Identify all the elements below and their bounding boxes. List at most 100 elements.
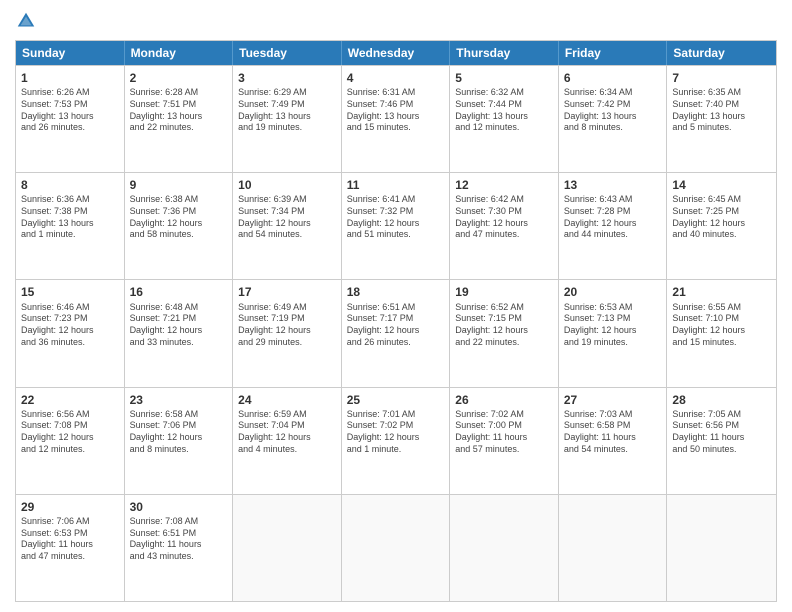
day-number: 1 — [21, 70, 119, 86]
day-cell-30: 30Sunrise: 7:08 AM Sunset: 6:51 PM Dayli… — [125, 495, 234, 601]
day-cell-18: 18Sunrise: 6:51 AM Sunset: 7:17 PM Dayli… — [342, 280, 451, 386]
day-info: Sunrise: 6:42 AM Sunset: 7:30 PM Dayligh… — [455, 194, 553, 241]
day-number: 6 — [564, 70, 662, 86]
day-info: Sunrise: 6:41 AM Sunset: 7:32 PM Dayligh… — [347, 194, 445, 241]
day-info: Sunrise: 6:55 AM Sunset: 7:10 PM Dayligh… — [672, 302, 771, 349]
day-cell-4: 4Sunrise: 6:31 AM Sunset: 7:46 PM Daylig… — [342, 66, 451, 172]
day-cell-13: 13Sunrise: 6:43 AM Sunset: 7:28 PM Dayli… — [559, 173, 668, 279]
day-number: 5 — [455, 70, 553, 86]
empty-cell-r4c2 — [233, 495, 342, 601]
day-info: Sunrise: 6:46 AM Sunset: 7:23 PM Dayligh… — [21, 302, 119, 349]
day-number: 25 — [347, 392, 445, 408]
day-info: Sunrise: 7:02 AM Sunset: 7:00 PM Dayligh… — [455, 409, 553, 456]
day-number: 29 — [21, 499, 119, 515]
day-info: Sunrise: 6:43 AM Sunset: 7:28 PM Dayligh… — [564, 194, 662, 241]
day-info: Sunrise: 6:53 AM Sunset: 7:13 PM Dayligh… — [564, 302, 662, 349]
logo-icon — [15, 10, 37, 32]
day-cell-8: 8Sunrise: 6:36 AM Sunset: 7:38 PM Daylig… — [16, 173, 125, 279]
day-info: Sunrise: 7:05 AM Sunset: 6:56 PM Dayligh… — [672, 409, 771, 456]
empty-cell-r4c5 — [559, 495, 668, 601]
day-cell-29: 29Sunrise: 7:06 AM Sunset: 6:53 PM Dayli… — [16, 495, 125, 601]
day-info: Sunrise: 6:56 AM Sunset: 7:08 PM Dayligh… — [21, 409, 119, 456]
day-info: Sunrise: 7:03 AM Sunset: 6:58 PM Dayligh… — [564, 409, 662, 456]
day-cell-27: 27Sunrise: 7:03 AM Sunset: 6:58 PM Dayli… — [559, 388, 668, 494]
day-number: 2 — [130, 70, 228, 86]
day-number: 26 — [455, 392, 553, 408]
header — [15, 10, 777, 32]
day-cell-10: 10Sunrise: 6:39 AM Sunset: 7:34 PM Dayli… — [233, 173, 342, 279]
day-number: 17 — [238, 284, 336, 300]
day-number: 14 — [672, 177, 771, 193]
weekday-header-wednesday: Wednesday — [342, 41, 451, 65]
weekday-header-monday: Monday — [125, 41, 234, 65]
calendar-header: SundayMondayTuesdayWednesdayThursdayFrid… — [16, 41, 776, 65]
day-cell-14: 14Sunrise: 6:45 AM Sunset: 7:25 PM Dayli… — [667, 173, 776, 279]
day-info: Sunrise: 6:35 AM Sunset: 7:40 PM Dayligh… — [672, 87, 771, 134]
day-number: 4 — [347, 70, 445, 86]
day-info: Sunrise: 6:52 AM Sunset: 7:15 PM Dayligh… — [455, 302, 553, 349]
weekday-header-saturday: Saturday — [667, 41, 776, 65]
weekday-header-tuesday: Tuesday — [233, 41, 342, 65]
day-number: 28 — [672, 392, 771, 408]
weekday-header-friday: Friday — [559, 41, 668, 65]
main-container: SundayMondayTuesdayWednesdayThursdayFrid… — [0, 0, 792, 612]
day-cell-9: 9Sunrise: 6:38 AM Sunset: 7:36 PM Daylig… — [125, 173, 234, 279]
calendar-row-3: 15 Sunrise: 6:46 AM Sunset: 7:23 PM Dayli… — [16, 279, 776, 386]
day-number: 7 — [672, 70, 771, 86]
day-cell-20: 20 Sunrise: 6:53 AM Sunset: 7:13 PM Dayli… — [559, 280, 668, 386]
day-info: Sunrise: 6:49 AM Sunset: 7:19 PM Dayligh… — [238, 302, 336, 349]
day-info: Sunrise: 6:32 AM Sunset: 7:44 PM Dayligh… — [455, 87, 553, 134]
day-cell-28: 28Sunrise: 7:05 AM Sunset: 6:56 PM Dayli… — [667, 388, 776, 494]
day-cell-22: 22Sunrise: 6:56 AM Sunset: 7:08 PM Dayli… — [16, 388, 125, 494]
day-cell-23: 23Sunrise: 6:58 AM Sunset: 7:06 PM Dayli… — [125, 388, 234, 494]
day-number: 27 — [564, 392, 662, 408]
day-info: Sunrise: 6:34 AM Sunset: 7:42 PM Dayligh… — [564, 87, 662, 134]
calendar-row-5: 29Sunrise: 7:06 AM Sunset: 6:53 PM Dayli… — [16, 494, 776, 601]
day-cell-11: 11Sunrise: 6:41 AM Sunset: 7:32 PM Dayli… — [342, 173, 451, 279]
day-number: 30 — [130, 499, 228, 515]
day-info: Sunrise: 6:29 AM Sunset: 7:49 PM Dayligh… — [238, 87, 336, 134]
day-number: 12 — [455, 177, 553, 193]
day-number: 16 — [130, 284, 228, 300]
day-cell-3: 3Sunrise: 6:29 AM Sunset: 7:49 PM Daylig… — [233, 66, 342, 172]
calendar: SundayMondayTuesdayWednesdayThursdayFrid… — [15, 40, 777, 602]
calendar-row-1: 1Sunrise: 6:26 AM Sunset: 7:53 PM Daylig… — [16, 65, 776, 172]
day-cell-25: 25Sunrise: 7:01 AM Sunset: 7:02 PM Dayli… — [342, 388, 451, 494]
day-cell-1: 1Sunrise: 6:26 AM Sunset: 7:53 PM Daylig… — [16, 66, 125, 172]
day-number: 8 — [21, 177, 119, 193]
weekday-header-sunday: Sunday — [16, 41, 125, 65]
day-cell-12: 12Sunrise: 6:42 AM Sunset: 7:30 PM Dayli… — [450, 173, 559, 279]
day-number: 19 — [455, 284, 553, 300]
calendar-body: 1Sunrise: 6:26 AM Sunset: 7:53 PM Daylig… — [16, 65, 776, 601]
day-number: 13 — [564, 177, 662, 193]
day-cell-17: 17 Sunrise: 6:49 AM Sunset: 7:19 PM Dayli… — [233, 280, 342, 386]
day-cell-16: 16 Sunrise: 6:48 AM Sunset: 7:21 PM Dayli… — [125, 280, 234, 386]
day-info: Sunrise: 6:31 AM Sunset: 7:46 PM Dayligh… — [347, 87, 445, 134]
day-info: Sunrise: 6:26 AM Sunset: 7:53 PM Dayligh… — [21, 87, 119, 134]
day-number: 20 — [564, 284, 662, 300]
day-info: Sunrise: 7:06 AM Sunset: 6:53 PM Dayligh… — [21, 516, 119, 563]
day-number: 24 — [238, 392, 336, 408]
empty-cell-r4c3 — [342, 495, 451, 601]
day-number: 10 — [238, 177, 336, 193]
day-cell-7: 7Sunrise: 6:35 AM Sunset: 7:40 PM Daylig… — [667, 66, 776, 172]
day-number: 15 — [21, 284, 119, 300]
calendar-row-2: 8Sunrise: 6:36 AM Sunset: 7:38 PM Daylig… — [16, 172, 776, 279]
logo — [15, 10, 39, 32]
day-number: 9 — [130, 177, 228, 193]
day-info: Sunrise: 6:39 AM Sunset: 7:34 PM Dayligh… — [238, 194, 336, 241]
day-cell-21: 21Sunrise: 6:55 AM Sunset: 7:10 PM Dayli… — [667, 280, 776, 386]
day-cell-24: 24Sunrise: 6:59 AM Sunset: 7:04 PM Dayli… — [233, 388, 342, 494]
day-info: Sunrise: 7:01 AM Sunset: 7:02 PM Dayligh… — [347, 409, 445, 456]
day-info: Sunrise: 6:38 AM Sunset: 7:36 PM Dayligh… — [130, 194, 228, 241]
day-info: Sunrise: 6:48 AM Sunset: 7:21 PM Dayligh… — [130, 302, 228, 349]
day-number: 18 — [347, 284, 445, 300]
calendar-row-4: 22Sunrise: 6:56 AM Sunset: 7:08 PM Dayli… — [16, 387, 776, 494]
day-number: 3 — [238, 70, 336, 86]
empty-cell-r4c6 — [667, 495, 776, 601]
day-cell-6: 6Sunrise: 6:34 AM Sunset: 7:42 PM Daylig… — [559, 66, 668, 172]
day-number: 11 — [347, 177, 445, 193]
day-info: Sunrise: 6:36 AM Sunset: 7:38 PM Dayligh… — [21, 194, 119, 241]
day-cell-26: 26Sunrise: 7:02 AM Sunset: 7:00 PM Dayli… — [450, 388, 559, 494]
day-cell-5: 5Sunrise: 6:32 AM Sunset: 7:44 PM Daylig… — [450, 66, 559, 172]
